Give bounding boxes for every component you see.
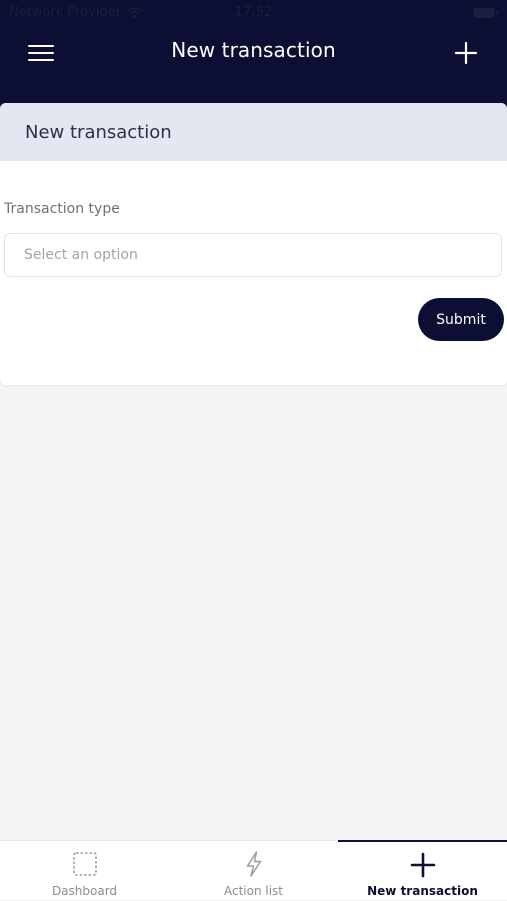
transaction-type-label: Transaction type: [4, 201, 120, 217]
card-title: New transaction: [25, 122, 172, 143]
battery-icon: [473, 8, 498, 18]
plus-icon: [410, 852, 435, 878]
submit-button[interactable]: Submit: [418, 298, 504, 341]
dashboard-icon: [72, 852, 97, 876]
nav-label-new-transaction: New transaction: [367, 884, 478, 898]
page-title: New transaction: [171, 38, 336, 62]
app-header: Network Provider 17:52 New transaction: [0, 0, 507, 118]
nav-item-action-list[interactable]: Action list: [169, 841, 338, 901]
add-button[interactable]: [449, 36, 483, 70]
select-placeholder: Select an option: [24, 247, 138, 263]
bottom-nav: Dashboard Action list New transaction: [0, 840, 507, 900]
nav-item-new-transaction[interactable]: New transaction: [338, 840, 507, 901]
lightning-icon: [246, 851, 261, 877]
new-transaction-card: New transaction Transaction type Select …: [0, 103, 507, 385]
nav-label-action-list: Action list: [223, 884, 284, 898]
status-bar: Network Provider 17:52: [0, 0, 507, 28]
nav-item-dashboard[interactable]: Dashboard: [0, 841, 169, 901]
nav-label-dashboard: Dashboard: [51, 884, 118, 898]
status-time: 17:52: [234, 5, 273, 20]
transaction-type-select[interactable]: Select an option: [4, 233, 502, 277]
card-header: New transaction: [0, 103, 507, 161]
plus-icon: [454, 41, 478, 65]
